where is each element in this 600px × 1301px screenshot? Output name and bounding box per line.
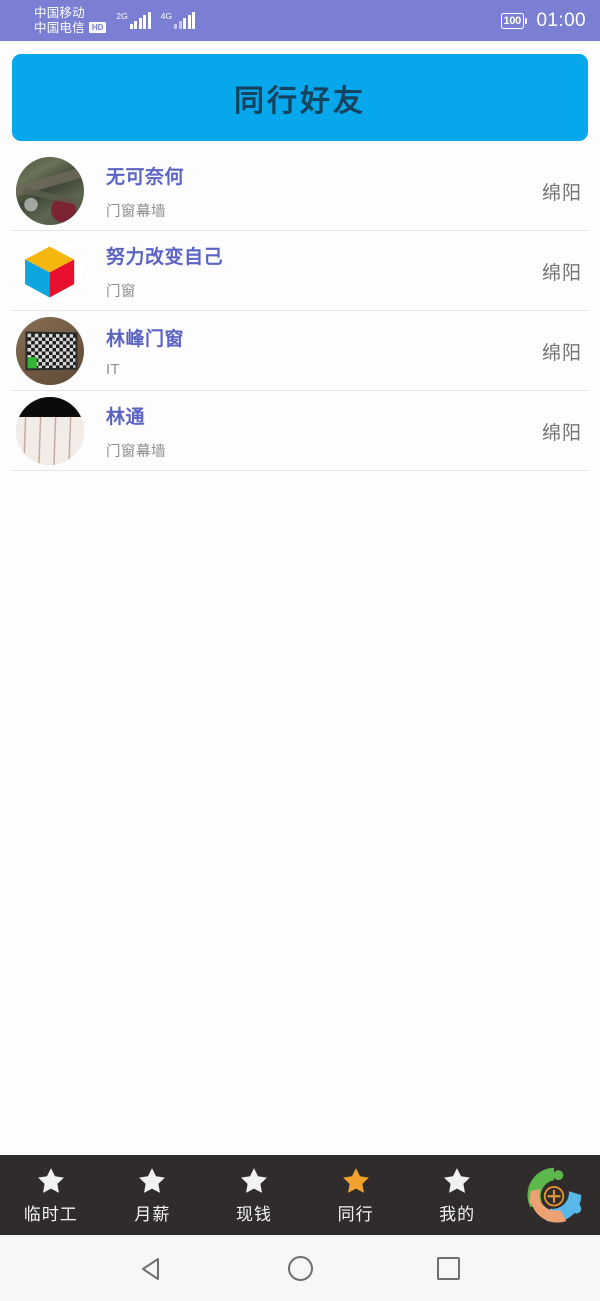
friend-trade: 门窗 [106,283,136,300]
cube-icon [25,246,75,298]
back-button[interactable] [132,1249,172,1289]
star-icon [37,1167,64,1193]
tab-label: 现钱 [235,1204,272,1224]
system-navigation-bar [0,1235,600,1301]
battery-icon: 100 [500,12,528,29]
avatar [16,237,84,305]
friend-name: 努力改变自己 [106,246,224,268]
tab-xianqian[interactable]: 现钱 [203,1155,305,1235]
keyboard-dark-band [16,397,84,418]
tab-label: 月薪 [134,1204,171,1224]
status-bar: 中国移动 中国电信 HD 2G 4G 100 01:00 [0,0,600,41]
friend-trade: 门窗幕墙 [106,203,166,220]
outdoor-photo-avatar [16,157,84,225]
status-bar-clock: 01:00 [536,9,586,31]
friend-city: 绵阳 [541,262,582,284]
avatar [16,317,84,385]
friend-name: 林峰门窗 [106,329,185,350]
carrier-secondary-label: 中国电信 [34,20,85,35]
star-icon [139,1167,166,1193]
tab-tonghang[interactable]: 同行 [305,1155,407,1235]
list-item[interactable]: 无可奈何 门窗幕墙 绵阳 [0,151,600,231]
tab-linshigong[interactable]: 临时工 [0,1155,102,1235]
tab-yuexin[interactable]: 月薪 [102,1155,204,1235]
avatar [16,157,84,225]
back-triangle-icon [142,1257,159,1280]
page-header-banner[interactable]: 同行好友 [12,54,588,141]
checkerboard-panel [24,331,77,371]
carrier-secondary-row: 中国电信 HD [34,20,107,36]
green-marker [27,357,37,369]
header-area: 同行好友 [0,41,600,151]
list-item[interactable]: 林通 门窗幕墙 绵阳 [0,391,600,471]
friend-trade: 门窗幕墙 [106,443,166,460]
signal-bars-icon [129,12,151,29]
hd-badge: HD [88,22,107,34]
friend-city: 绵阳 [541,182,582,204]
avatar [16,397,84,465]
tab-label: 同行 [337,1204,374,1224]
friend-trade: IT [106,362,120,378]
battery-level-label: 100 [500,12,524,29]
friend-list: 无可奈何 门窗幕墙 绵阳 努力改变自己 门窗 绵阳 林峰门窗 IT 绵阳 林通 … [0,151,600,471]
battery-cap [524,17,528,24]
friend-name: 林通 [106,406,146,428]
list-item[interactable]: 林峰门窗 IT 绵阳 [0,311,600,391]
signal-indicator-1: 2G [116,11,151,29]
phone-screen: 中国移动 中国电信 HD 2G 4G 100 01:00 同行好友 无可奈何 门… [0,0,600,1301]
recents-button[interactable] [428,1249,468,1289]
star-icon [241,1167,267,1193]
bottom-tab-bar: 临时工 月薪 现钱 同行 我的 [0,1155,600,1235]
list-item-text: 林峰门窗 IT [84,324,542,378]
recents-square-icon [436,1257,460,1280]
signal-1-label: 2G [116,11,128,21]
star-icon [444,1167,471,1193]
list-item-text: 林通 门窗幕墙 [84,402,542,461]
signal-indicator-2: 4G [160,11,196,29]
tab-label: 我的 [439,1204,476,1224]
keyboard-photo-avatar [16,397,84,465]
tab-label: 临时工 [23,1204,78,1224]
tab-wode[interactable]: 我的 [406,1155,508,1235]
list-item-text: 努力改变自己 门窗 [84,242,542,301]
keyboard-keys [16,411,84,465]
carrier-info: 中国移动 中国电信 HD [34,6,107,36]
status-bar-right: 100 01:00 [500,9,587,32]
checkerboard-avatar [16,317,84,385]
page-title: 同行好友 [234,84,366,118]
friend-city: 绵阳 [541,422,582,444]
home-circle-icon [287,1256,313,1281]
signal-2-label: 4G [160,11,173,21]
star-icon [342,1167,369,1193]
color-cube-avatar [16,237,84,305]
friend-city: 绵阳 [541,342,582,364]
list-item[interactable]: 努力改变自己 门窗 绵阳 [0,231,600,311]
app-logo-button[interactable] [508,1164,600,1226]
friend-name: 无可奈何 [106,166,185,188]
app-logo-icon [527,1167,582,1223]
list-item-text: 无可奈何 门窗幕墙 [84,162,542,221]
signal-bars-icon [174,12,196,29]
home-button[interactable] [280,1249,320,1289]
carrier-primary-label: 中国移动 [34,6,85,20]
